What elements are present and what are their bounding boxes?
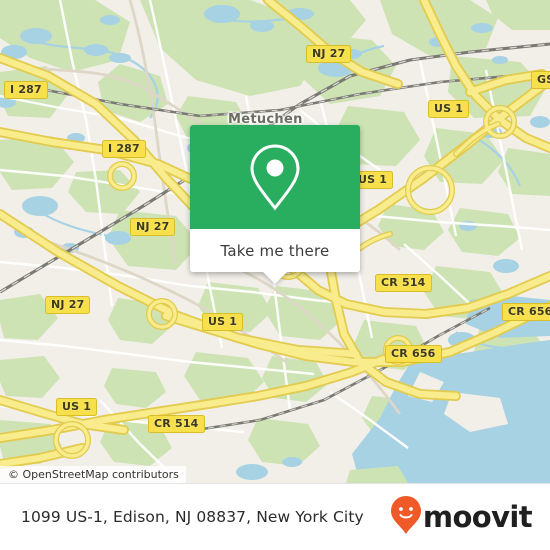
moovit-map-screenshot: Metuchen I 287 I 287 NJ 27 GSP US 1 NJ 2… [0, 0, 550, 550]
location-popup-card[interactable]: Take me there [190, 125, 360, 284]
road-shield-us1-northeast: US 1 [428, 100, 470, 118]
road-shield-nj27-center: NJ 27 [130, 218, 176, 236]
map-pin-icon [247, 142, 303, 212]
road-shield-gsp: GSP [531, 71, 550, 89]
address-label: 1099 US-1, Edison, NJ 08837, New York Ci… [21, 508, 364, 526]
moovit-logo[interactable]: moovit [390, 495, 533, 539]
road-shield-nj27-north: NJ 27 [306, 45, 352, 63]
attribution-text: © OpenStreetMap contributors [8, 468, 179, 481]
moovit-pin-icon [390, 495, 421, 539]
road-shield-cr656-south: CR 656 [385, 345, 442, 363]
road-shield-cr514-south: CR 514 [148, 415, 205, 433]
road-shield-us1-southwest: US 1 [56, 398, 98, 416]
footer-bar: 1099 US-1, Edison, NJ 08837, New York Ci… [0, 483, 550, 550]
road-shield-i287-west: I 287 [4, 81, 48, 99]
take-me-there-button[interactable]: Take me there [190, 229, 360, 272]
road-shield-i287-mid: I 287 [102, 140, 146, 158]
moovit-wordmark: moovit [422, 499, 533, 534]
road-shield-us1-south: US 1 [202, 313, 244, 331]
road-shield-nj27-southwest: NJ 27 [45, 296, 91, 314]
map-canvas[interactable]: Metuchen I 287 I 287 NJ 27 GSP US 1 NJ 2… [0, 0, 550, 483]
map-attribution[interactable]: © OpenStreetMap contributors [0, 466, 186, 483]
popup-pointer-tail [262, 271, 288, 284]
road-shield-cr514-east: CR 514 [375, 274, 432, 292]
popup-pin-area [190, 125, 360, 229]
road-shield-cr656-east: CR 656 [502, 303, 550, 321]
